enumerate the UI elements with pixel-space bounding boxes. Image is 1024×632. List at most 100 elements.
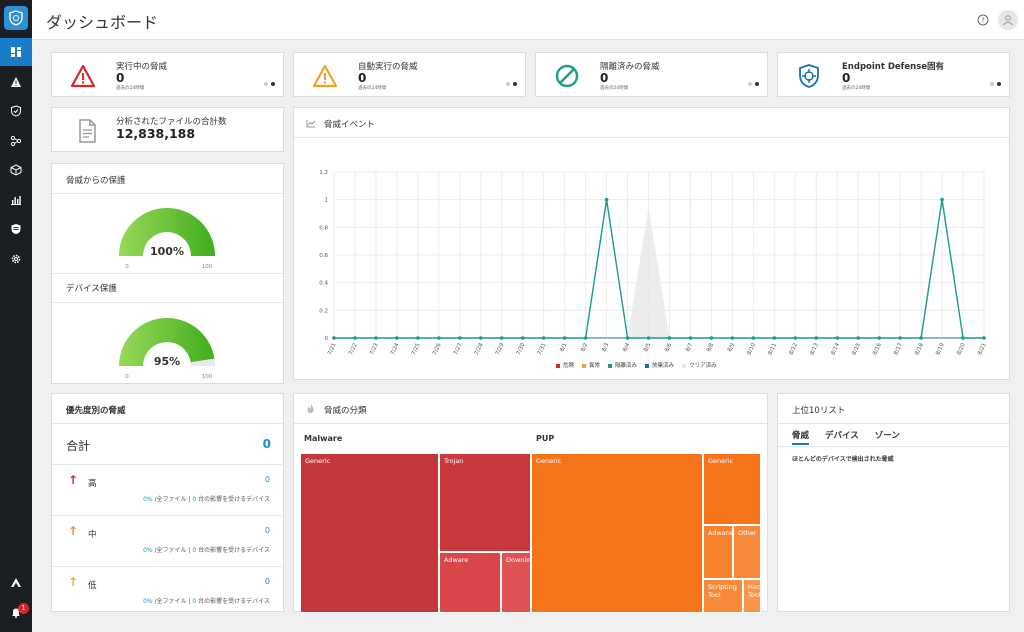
sidebar-item-alerts[interactable] xyxy=(0,68,32,96)
priority-name: 高 xyxy=(88,479,97,489)
x-tick-label: 7/24 xyxy=(390,342,401,356)
stat-card-auto-run[interactable]: 自動実行の脅威 0 過去の24時間 xyxy=(293,52,526,97)
x-tick-label: 7/29 xyxy=(495,342,506,356)
divider xyxy=(778,446,1009,447)
legend-item-danger[interactable]: 危険 xyxy=(556,361,574,369)
x-tick-label: 8/14 xyxy=(830,342,841,356)
data-point xyxy=(625,336,630,340)
data-point xyxy=(751,336,756,340)
carousel-dots[interactable] xyxy=(990,82,1001,86)
x-tick-label: 8/4 xyxy=(622,342,631,353)
data-point xyxy=(856,336,860,340)
divider xyxy=(294,137,1009,138)
tab-zones[interactable]: ゾーン xyxy=(875,429,900,445)
app-logo-icon[interactable] xyxy=(4,6,28,30)
priority-card: 優先度別の脅威 合計 0 ↑ 高 0 0% /全ファイル | 0 台の影響を受け… xyxy=(51,393,284,612)
sidebar-item-dashboard[interactable] xyxy=(0,38,32,66)
package-icon xyxy=(10,164,22,176)
sidebar-item-protection[interactable] xyxy=(0,97,32,125)
data-point xyxy=(541,336,546,340)
data-point xyxy=(877,336,881,340)
divider xyxy=(52,193,283,194)
x-tick-label: 8/1 xyxy=(559,342,568,353)
x-tick-label: 8/17 xyxy=(893,342,904,356)
flame-icon xyxy=(307,404,314,413)
tab-threats[interactable]: 脅威 xyxy=(792,429,810,445)
legend-item-anomaly[interactable]: 異常 xyxy=(582,361,600,369)
carousel-dots[interactable] xyxy=(506,82,517,86)
sidebar-item-settings[interactable] xyxy=(0,245,32,273)
tab-devices[interactable]: デバイス xyxy=(825,429,859,445)
y-tick-label: 0.6 xyxy=(319,253,328,259)
dashboard-icon xyxy=(11,47,21,57)
x-tick-label: 7/22 xyxy=(348,342,359,356)
priority-value: 0 xyxy=(264,577,270,586)
help-icon[interactable]: ? xyxy=(977,14,989,26)
treemap-cell-downloader[interactable]: Downlo xyxy=(501,552,531,613)
shield-check-icon xyxy=(11,105,21,117)
sidebar-item-devices[interactable] xyxy=(0,156,32,184)
sidebar-item-brand[interactable] xyxy=(0,568,32,596)
stat-value: 0 xyxy=(358,71,367,85)
treemap-cell-other[interactable]: Other xyxy=(733,525,761,579)
treemap-cell-malware-adware[interactable]: Adware xyxy=(439,552,501,613)
notification-badge: 1 xyxy=(18,603,29,614)
priority-row-medium[interactable]: ↑ 中 0 0% /全ファイル | 0 台の影響を受けるデバイス xyxy=(52,515,282,566)
user-icon xyxy=(1003,15,1013,26)
priority-row-low[interactable]: ↑ 低 0 0% /全ファイル | 0 台の影響を受けるデバイス xyxy=(52,566,282,617)
sidebar-item-policies[interactable] xyxy=(0,215,32,243)
threat-protection-title: 脅威からの保護 xyxy=(66,176,126,186)
threat-events-card: 脅威イベント 0 0.2 0.4 0.6 0.8 1 1.2 7/21 7/22 7/23 7/24… xyxy=(293,107,1010,380)
legend-item-cleared[interactable]: クリア済み xyxy=(682,361,717,369)
legend-item-waived[interactable]: 放棄済み xyxy=(645,361,674,369)
treemap-cell-malware-generic[interactable]: Generic xyxy=(300,453,439,613)
blocked-icon xyxy=(555,64,579,88)
treemap-cell-scripting-tool[interactable]: Scripting Tool xyxy=(703,579,743,613)
data-point xyxy=(940,197,944,202)
avatar[interactable] xyxy=(998,10,1018,30)
y-tick-label: 1 xyxy=(325,198,329,204)
data-point xyxy=(353,336,357,340)
x-tick-label: 8/18 xyxy=(914,342,925,356)
x-tick-label: 8/3 xyxy=(601,342,610,353)
data-point xyxy=(898,336,902,340)
carousel-dots[interactable] xyxy=(264,82,275,86)
stat-value: 0 xyxy=(842,71,851,85)
stat-card-running[interactable]: 実行中の脅威 0 過去の24時間 xyxy=(51,52,284,97)
threat-events-chart[interactable]: 0 0.2 0.4 0.6 0.8 1 1.2 7/21 7/22 7/23 7/24 7/25 7/2… xyxy=(294,148,1009,358)
carousel-dots[interactable] xyxy=(748,82,759,86)
treemap-cell-hack-tool[interactable]: Hack Tool xyxy=(743,579,761,613)
stat-card-endpoint-defense[interactable]: Endpoint Defense固有 0 過去の24時間 xyxy=(777,52,1010,97)
line-chart-icon xyxy=(306,120,316,128)
data-point xyxy=(562,336,567,340)
sidebar-item-reports[interactable] xyxy=(0,186,32,214)
priority-sub: 0% /全ファイル | 0 台の影響を受けるデバイス xyxy=(143,598,270,605)
treemap-cell-pup-adware[interactable]: Adware xyxy=(703,525,733,579)
stat-card-quarantined[interactable]: 隔離済みの脅威 0 過去の24時間 xyxy=(535,52,768,97)
legend-item-quarantined[interactable]: 隔離済み xyxy=(608,361,637,369)
priority-name: 中 xyxy=(88,530,97,540)
y-tick-label: 0 xyxy=(325,336,329,342)
data-point xyxy=(919,336,923,340)
data-point xyxy=(688,336,693,340)
treemap-cell-pup-generic[interactable]: Generic xyxy=(531,453,703,613)
stat-sub: 過去の24時間 xyxy=(842,86,871,91)
warning-red-icon xyxy=(70,64,96,88)
gauge-min: 0 xyxy=(125,264,129,270)
sidebar-item-zones[interactable] xyxy=(0,127,32,155)
stat-title: 隔離済みの脅威 xyxy=(600,62,660,72)
data-point xyxy=(772,336,777,340)
stat-value: 0 xyxy=(600,71,609,85)
sidebar: 1 xyxy=(0,0,32,632)
x-tick-label: 8/11 xyxy=(767,342,778,356)
gauge-min: 0 xyxy=(125,374,129,380)
treemap-cell-pup-generic-2[interactable]: Generic xyxy=(703,453,761,525)
bar-chart-icon xyxy=(11,196,21,205)
arrow-up-icon: ↑ xyxy=(68,524,79,538)
treemap-cell-trojan[interactable]: Trojan xyxy=(439,453,531,552)
priority-row-high[interactable]: ↑ 高 0 0% /全ファイル | 0 台の影響を受けるデバイス xyxy=(52,464,282,515)
stat-sub: 過去の24時間 xyxy=(116,86,145,91)
shield-list-icon xyxy=(11,224,21,234)
total-value[interactable]: 0 xyxy=(263,437,271,451)
data-point xyxy=(961,336,965,340)
